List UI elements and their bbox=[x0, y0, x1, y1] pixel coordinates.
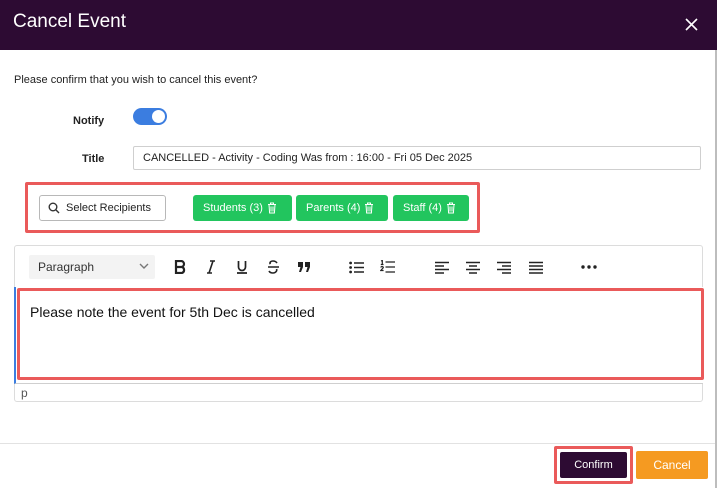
close-button[interactable] bbox=[679, 12, 703, 36]
parents-label: Parents (4) bbox=[306, 202, 361, 214]
notify-label: Notify bbox=[73, 115, 105, 127]
italic-icon bbox=[207, 260, 215, 274]
align-justify-button[interactable] bbox=[527, 258, 545, 276]
parents-group-button[interactable]: Parents (4) bbox=[296, 195, 388, 221]
toggle-knob bbox=[152, 110, 165, 123]
chevron-down-icon bbox=[139, 263, 149, 269]
title-label: Title bbox=[82, 153, 105, 165]
blockquote-icon bbox=[298, 262, 310, 272]
students-group-button[interactable]: Students (3) bbox=[193, 195, 292, 221]
blockquote-button[interactable] bbox=[295, 258, 313, 276]
numbered-list-button[interactable] bbox=[379, 258, 397, 276]
trash-icon[interactable] bbox=[446, 202, 456, 214]
more-icon bbox=[581, 265, 597, 269]
confirm-prompt: Please confirm that you wish to cancel t… bbox=[14, 74, 258, 86]
select-recipients-label: Select Recipients bbox=[66, 202, 151, 214]
numbered-list-icon bbox=[380, 260, 395, 273]
dialog-title: Cancel Event bbox=[13, 11, 127, 32]
notify-toggle[interactable] bbox=[133, 108, 167, 125]
align-center-button[interactable] bbox=[464, 258, 482, 276]
content-highlight bbox=[17, 288, 704, 380]
bold-icon bbox=[174, 260, 186, 274]
editor-toolbar: Paragraph bbox=[15, 246, 702, 288]
search-icon bbox=[48, 202, 60, 214]
cancel-button[interactable]: Cancel bbox=[636, 451, 708, 479]
block-format-value: Paragraph bbox=[38, 260, 95, 274]
staff-group-button[interactable]: Staff (4) bbox=[393, 195, 469, 221]
confirm-button[interactable]: Confirm bbox=[560, 452, 627, 478]
title-input[interactable] bbox=[133, 146, 701, 170]
students-label: Students (3) bbox=[203, 202, 263, 214]
more-button[interactable] bbox=[580, 258, 598, 276]
align-left-icon bbox=[435, 261, 449, 274]
trash-icon[interactable] bbox=[364, 202, 374, 214]
close-icon bbox=[684, 17, 698, 31]
editor-status-path: p bbox=[21, 386, 28, 400]
align-justify-icon bbox=[529, 261, 543, 274]
select-recipients-button[interactable]: Select Recipients bbox=[39, 195, 166, 221]
strikethrough-icon bbox=[267, 260, 279, 274]
staff-label: Staff (4) bbox=[403, 202, 442, 214]
block-format-select[interactable]: Paragraph bbox=[29, 255, 155, 279]
trash-icon[interactable] bbox=[267, 202, 277, 214]
footer-divider bbox=[0, 443, 715, 444]
align-left-button[interactable] bbox=[433, 258, 451, 276]
align-right-button[interactable] bbox=[495, 258, 513, 276]
bullet-list-icon bbox=[349, 261, 364, 273]
bullet-list-button[interactable] bbox=[348, 258, 366, 276]
italic-button[interactable] bbox=[202, 258, 220, 276]
dialog-header: Cancel Event bbox=[0, 0, 717, 50]
align-center-icon bbox=[466, 261, 480, 274]
align-right-icon bbox=[497, 261, 511, 274]
underline-icon bbox=[237, 261, 247, 274]
underline-button[interactable] bbox=[233, 258, 251, 276]
bold-button[interactable] bbox=[171, 258, 189, 276]
strikethrough-button[interactable] bbox=[264, 258, 282, 276]
